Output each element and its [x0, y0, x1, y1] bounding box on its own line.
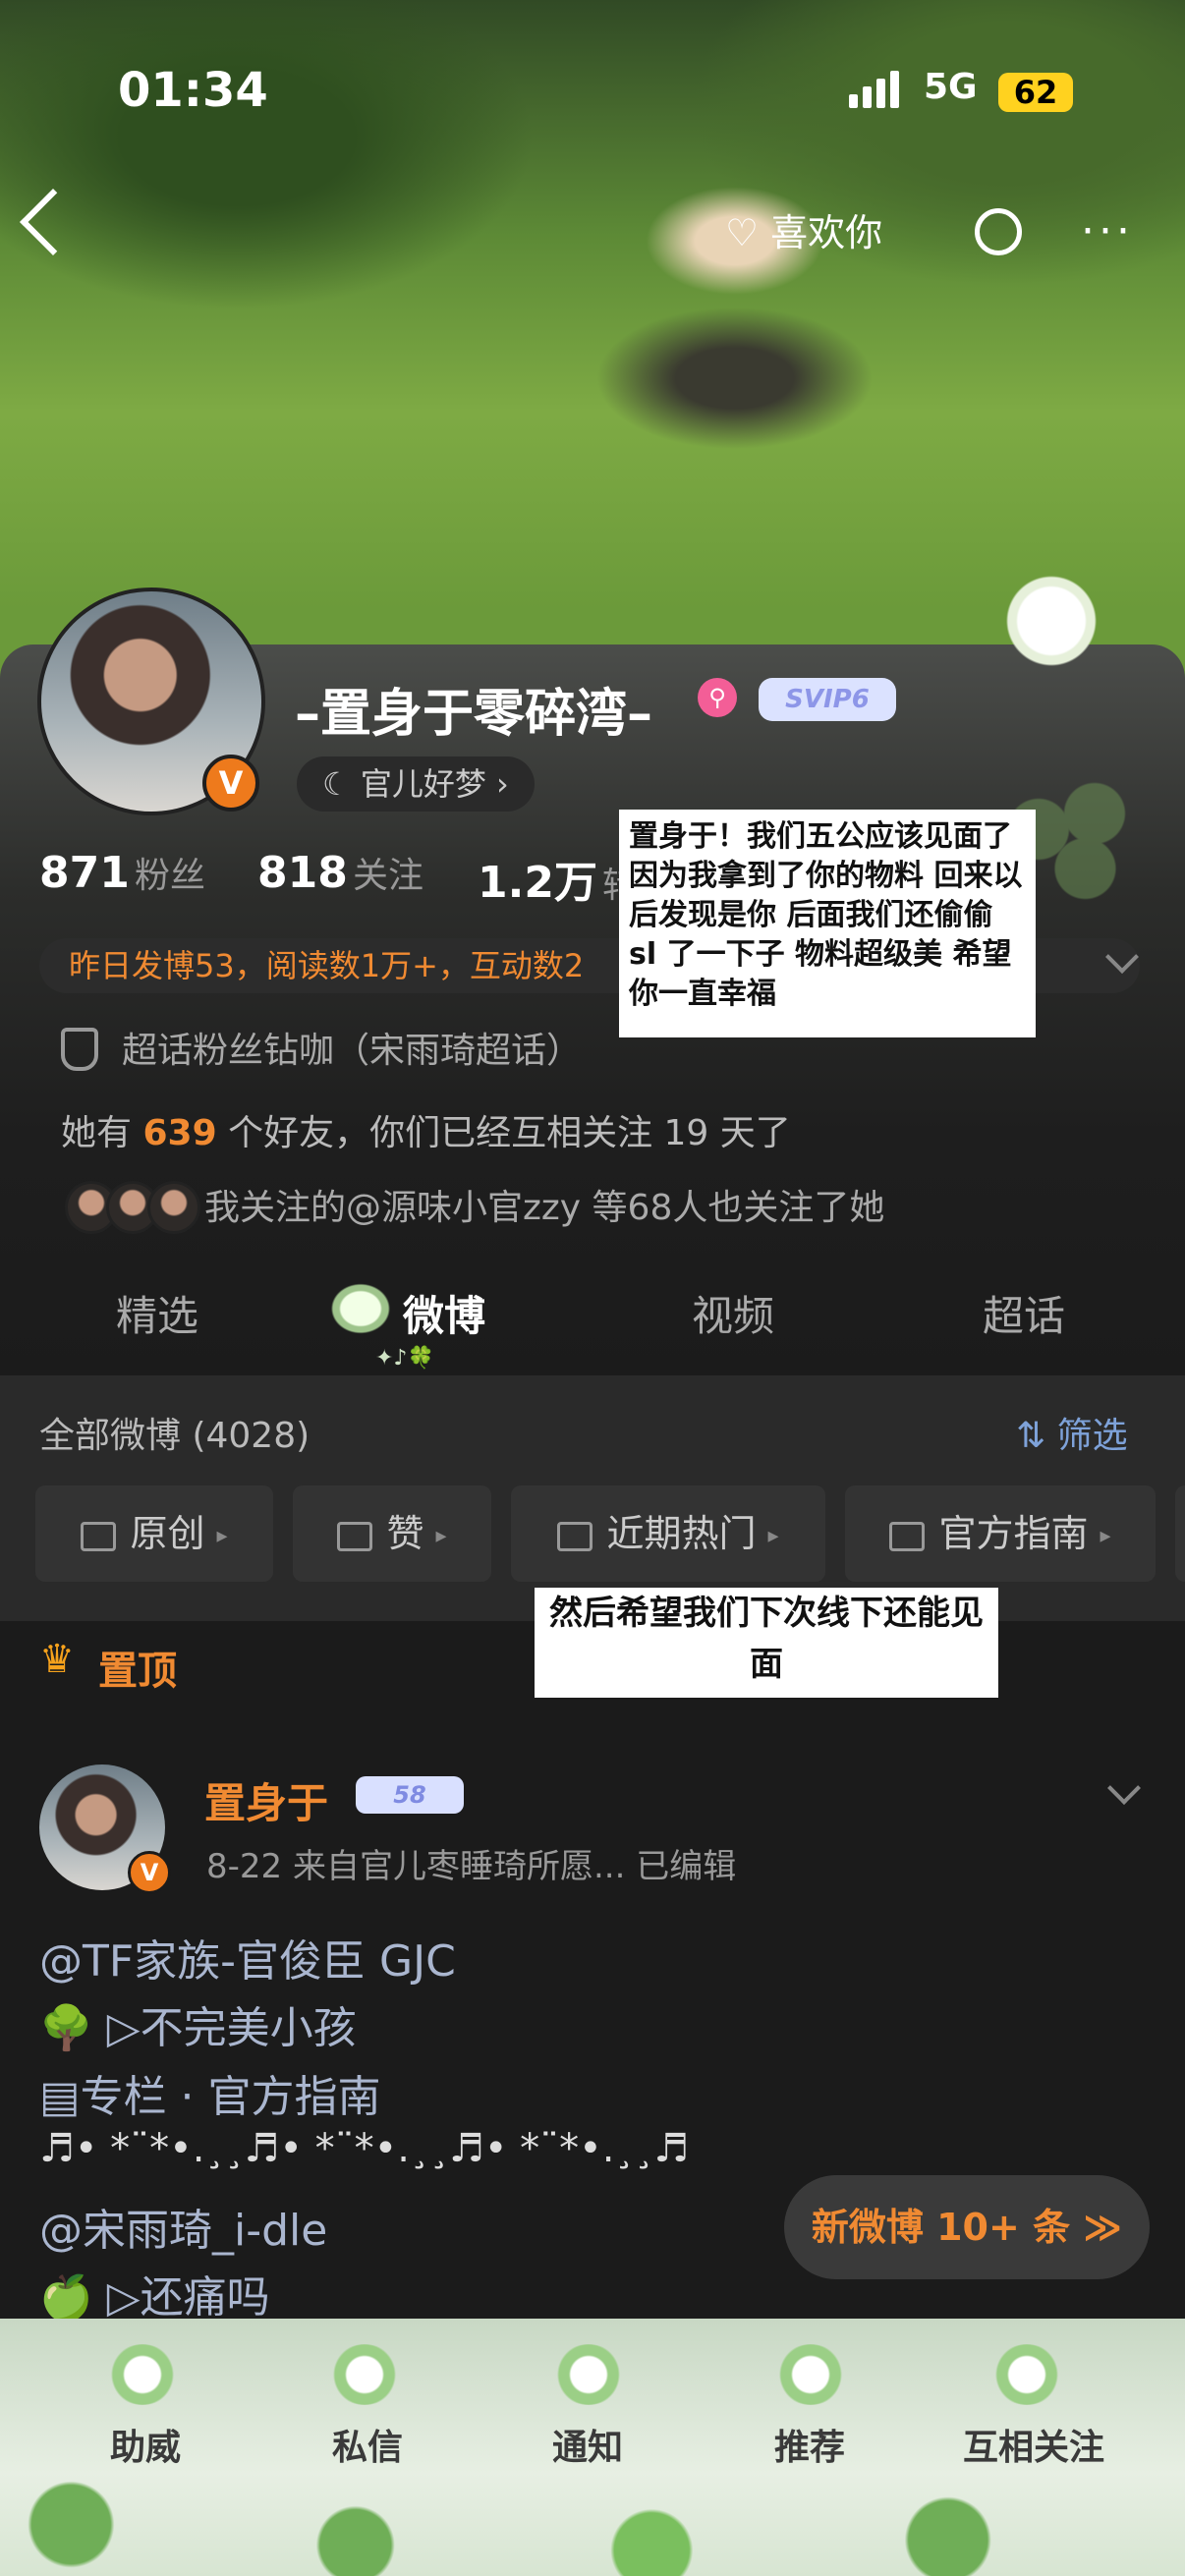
- network-type: 5G: [924, 67, 978, 107]
- more-icon[interactable]: ···: [1081, 206, 1134, 256]
- super-topic-fan-level[interactable]: 超话粉丝钻咖（宋雨琦超话）: [122, 1022, 582, 1073]
- signal-icon: [849, 71, 904, 108]
- bottom-mutual-follow-label[interactable]: 互相关注: [963, 2419, 1104, 2470]
- recommend-icon[interactable]: [776, 2344, 845, 2405]
- profile-name: –置身于零碎湾–: [295, 685, 653, 744]
- message-icon[interactable]: [330, 2344, 399, 2405]
- friends-suffix: 个好友，你们已经互相关注 19 天了: [228, 1113, 791, 1153]
- post-mention-link[interactable]: @宋雨琦_i-dle: [39, 2195, 327, 2258]
- like-label: 喜欢你: [770, 211, 883, 254]
- new-posts-button[interactable]: 新微博 10+ 条 ≫: [784, 2175, 1150, 2279]
- tab-decoration: ✦♪🍀: [375, 1346, 434, 1371]
- post-mention-link[interactable]: @TF家族-官俊臣 GJC: [39, 1926, 456, 1988]
- stat-label: 粉丝: [134, 856, 205, 896]
- post-meta: 8-22 来自官儿枣睡琦所愿... 已编辑: [206, 1847, 737, 1886]
- stat-following[interactable]: 818 关注: [257, 847, 423, 898]
- post-author-name[interactable]: 置身于: [204, 1770, 328, 1830]
- pinned-label: 置顶: [98, 1649, 177, 1694]
- stat-number: 1.2万: [478, 858, 597, 908]
- bottom-cheer-label[interactable]: 助威: [110, 2419, 181, 2470]
- user-badge-icon[interactable]: ⚲: [698, 678, 737, 717]
- heart-icon: ♡: [725, 211, 771, 254]
- mutual-follow-icon[interactable]: [992, 2344, 1061, 2405]
- common-followers[interactable]: 我关注的@源味小官zzy 等68人也关注了她: [204, 1179, 884, 1230]
- verified-badge: V: [128, 1851, 171, 1894]
- svip-badge[interactable]: SVIP6: [759, 678, 896, 721]
- filter-button[interactable]: ⇅ 筛选: [1016, 1407, 1128, 1458]
- stat-label: 关注: [352, 856, 423, 896]
- filter-label: 筛选: [1056, 1416, 1128, 1456]
- tab-weibo[interactable]: 微博: [403, 1283, 485, 1343]
- search-icon[interactable]: [975, 208, 1022, 255]
- caret-right-icon: ▸: [435, 1523, 447, 1548]
- caption-overlay: 置身于！我们五公应该见面了 因为我拿到了你的物料 回来以后发现是你 后面我们还偷…: [619, 810, 1036, 1037]
- chip-liked[interactable]: 赞 ▸: [293, 1485, 491, 1582]
- notification-icon[interactable]: [554, 2344, 623, 2405]
- chip-label: 赞: [386, 1512, 424, 1555]
- level-badge: 58: [356, 1776, 464, 1814]
- moon-icon: ☾: [322, 765, 361, 803]
- cheer-icon[interactable]: [108, 2344, 177, 2405]
- stat-number: 871: [39, 848, 130, 898]
- mood-status[interactable]: ☾ 官儿好梦 ›: [297, 756, 535, 812]
- chip-recent-hot[interactable]: 近期热门 ▸: [511, 1485, 825, 1582]
- layers-icon: [557, 1521, 593, 1551]
- mutual-friends-info: 她有 639 个好友，你们已经互相关注 19 天了: [61, 1104, 791, 1155]
- caret-right-icon: ▸: [216, 1523, 228, 1548]
- tab-featured[interactable]: 精选: [116, 1283, 198, 1343]
- bottom-recommend-label[interactable]: 推荐: [774, 2419, 845, 2470]
- tab-sticker-icon: [328, 1281, 393, 1336]
- status-time: 01:34: [118, 63, 268, 118]
- post-text-decoration: ♬• *¨*•.¸¸♬• *¨*•.¸¸♬• *¨*•.¸¸♬: [39, 2126, 690, 2171]
- tab-super-topic[interactable]: 超话: [983, 1283, 1065, 1343]
- thumb-up-icon: [337, 1521, 373, 1551]
- mascot-sticker: [992, 574, 1110, 668]
- bottom-notify-label[interactable]: 通知: [552, 2419, 623, 2470]
- stat-followers[interactable]: 871 粉丝: [39, 847, 205, 898]
- post-music-link[interactable]: 🌳 ▷不完美小孩: [39, 1992, 357, 2055]
- chip-label: 官方指南: [938, 1512, 1089, 1555]
- stat-reposts[interactable]: 1.2万 转: [478, 847, 638, 910]
- caret-right-icon: ▸: [1100, 1523, 1111, 1548]
- post-column-link[interactable]: ▤专栏 · 官方指南: [39, 2061, 381, 2124]
- post-music-link[interactable]: 🍏 ▷还痛吗: [39, 2262, 270, 2324]
- caption-overlay: 然后希望我们下次线下还能见面: [535, 1588, 998, 1698]
- layers-icon: [81, 1521, 117, 1551]
- tab-video[interactable]: 视频: [692, 1283, 774, 1343]
- chip-original[interactable]: 原创 ▸: [35, 1485, 273, 1582]
- shield-icon: [61, 1028, 98, 1071]
- like-you-button[interactable]: ♡ 喜欢你: [725, 202, 882, 256]
- layers-icon: [889, 1521, 926, 1551]
- crown-icon: ♛: [39, 1637, 75, 1682]
- avatar: [147, 1181, 200, 1234]
- friends-prefix: 她有: [61, 1113, 133, 1153]
- chip-label: 原创: [130, 1512, 205, 1555]
- chip-label: 近期热门: [606, 1512, 757, 1555]
- chip-overflow[interactable]: [1175, 1485, 1185, 1582]
- stat-number: 818: [257, 848, 348, 898]
- battery-indicator: 62: [998, 73, 1073, 112]
- chevron-down-icon[interactable]: [1107, 1771, 1141, 1805]
- bottom-message-label[interactable]: 私信: [332, 2419, 403, 2470]
- filter-icon: ⇅: [1016, 1416, 1057, 1456]
- friends-count: 639: [142, 1113, 217, 1153]
- chip-official-guide[interactable]: 官方指南 ▸: [845, 1485, 1156, 1582]
- all-posts-count: 全部微博 (4028): [39, 1416, 310, 1456]
- mood-text: 官儿好梦 ›: [360, 765, 509, 803]
- verified-badge: V: [202, 755, 259, 812]
- caret-right-icon: ▸: [767, 1523, 779, 1548]
